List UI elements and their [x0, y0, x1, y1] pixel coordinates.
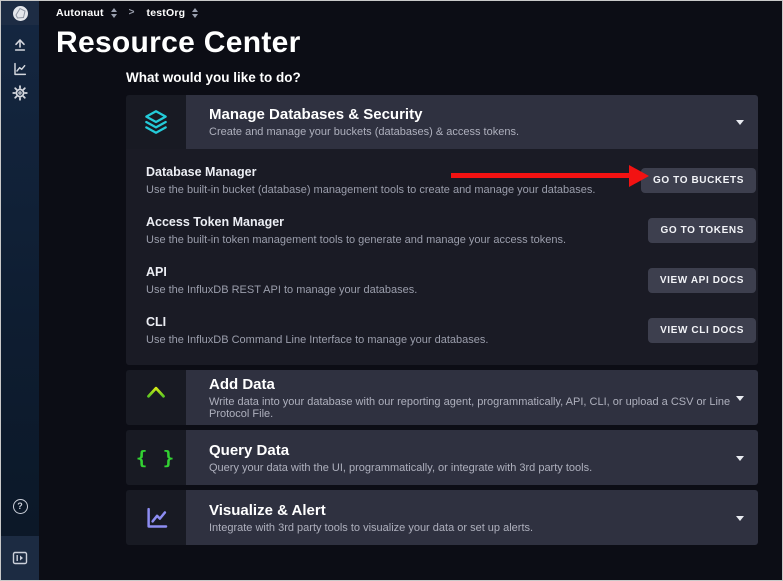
resource-row-access-tokens: Access Token Manager Use the built-in to… [146, 205, 756, 255]
view-cli-docs-button[interactable]: VIEW CLI DOCS [648, 318, 756, 343]
row-title: Database Manager [146, 165, 595, 179]
main-area: Autonaut > testOrg Resource Center What … [39, 1, 782, 580]
prompt-heading: What would you like to do? [126, 70, 758, 85]
influxdb-app-window: ? Autonaut > testOrg Resource Center Wha… [0, 0, 783, 581]
help-icon[interactable]: ? [1, 494, 39, 518]
row-description: Use the built-in token management tools … [146, 234, 566, 246]
panel-header-body: Manage Databases & Security Create and m… [186, 95, 758, 149]
help-glyph: ? [13, 499, 28, 514]
panel-description: Write data into your database with our r… [209, 396, 758, 420]
load-data-icon[interactable] [1, 33, 39, 57]
org-switcher-caret-icon[interactable] [192, 8, 198, 18]
resource-row-cli: CLI Use the InfluxDB Command Line Interf… [146, 305, 756, 355]
panel-header-body: Query Data Query your data with the UI, … [186, 430, 758, 485]
row-title: CLI [146, 315, 488, 329]
data-explorer-icon[interactable] [1, 57, 39, 81]
breadcrumb: Autonaut > testOrg [39, 1, 782, 24]
influxdb-logo-icon[interactable] [1, 1, 39, 25]
panel-header-query-data[interactable]: { } Query Data Query your data with the … [126, 430, 758, 485]
braces-glyph: { } [136, 447, 176, 469]
chart-icon [126, 490, 186, 545]
breadcrumb-account[interactable]: Autonaut [56, 7, 104, 19]
panel-description: Integrate with 3rd party tools to visual… [209, 522, 758, 534]
nav-rail-items [1, 33, 39, 105]
panel-header-manage-databases[interactable]: Manage Databases & Security Create and m… [126, 95, 758, 149]
panel-visualize-alert: Visualize & Alert Integrate with 3rd par… [126, 490, 758, 545]
expand-nav-icon[interactable] [1, 536, 39, 580]
panel-query-data: { } Query Data Query your data with the … [126, 430, 758, 485]
panel-description: Query your data with the UI, programmati… [209, 462, 758, 474]
braces-icon: { } [126, 430, 186, 485]
go-to-buckets-button[interactable]: GO TO BUCKETS [641, 168, 756, 193]
panel-header-visualize-alert[interactable]: Visualize & Alert Integrate with 3rd par… [126, 490, 758, 545]
panel-header-body: Add Data Write data into your database w… [186, 370, 758, 425]
settings-gear-icon[interactable] [1, 81, 39, 105]
row-title: Access Token Manager [146, 215, 566, 229]
breadcrumb-org[interactable]: testOrg [147, 7, 186, 19]
view-api-docs-button[interactable]: VIEW API DOCS [648, 268, 756, 293]
panel-description: Create and manage your buckets (database… [209, 126, 758, 138]
panel-title: Manage Databases & Security [209, 106, 758, 123]
panel-header-body: Visualize & Alert Integrate with 3rd par… [186, 490, 758, 545]
panel-title: Query Data [209, 442, 758, 459]
panel-title: Visualize & Alert [209, 502, 758, 519]
panel-add-data: Add Data Write data into your database w… [126, 370, 758, 425]
chevron-down-icon [736, 396, 744, 401]
chevron-down-icon [736, 516, 744, 521]
chevron-down-icon [736, 120, 744, 125]
panel-manage-databases: Manage Databases & Security Create and m… [126, 95, 758, 365]
chevron-down-icon [736, 456, 744, 461]
panel-expanded-body: Database Manager Use the built-in bucket… [126, 149, 758, 365]
row-description: Use the InfluxDB REST API to manage your… [146, 284, 417, 296]
resource-center-content: What would you like to do? Manage Databa… [126, 70, 758, 545]
go-to-tokens-button[interactable]: GO TO TOKENS [648, 218, 756, 243]
row-description: Use the built-in bucket (database) manag… [146, 184, 595, 196]
layers-icon [126, 95, 186, 149]
resource-row-database-manager: Database Manager Use the built-in bucket… [146, 155, 756, 205]
panel-title: Add Data [209, 376, 758, 393]
account-switcher-caret-icon[interactable] [111, 8, 117, 18]
page-title: Resource Center [56, 26, 782, 60]
nav-rail: ? [1, 1, 39, 580]
breadcrumb-separator-icon: > [129, 7, 135, 18]
upload-icon [126, 370, 186, 425]
panel-header-add-data[interactable]: Add Data Write data into your database w… [126, 370, 758, 425]
resource-row-api: API Use the InfluxDB REST API to manage … [146, 255, 756, 305]
row-description: Use the InfluxDB Command Line Interface … [146, 334, 488, 346]
row-title: API [146, 265, 417, 279]
